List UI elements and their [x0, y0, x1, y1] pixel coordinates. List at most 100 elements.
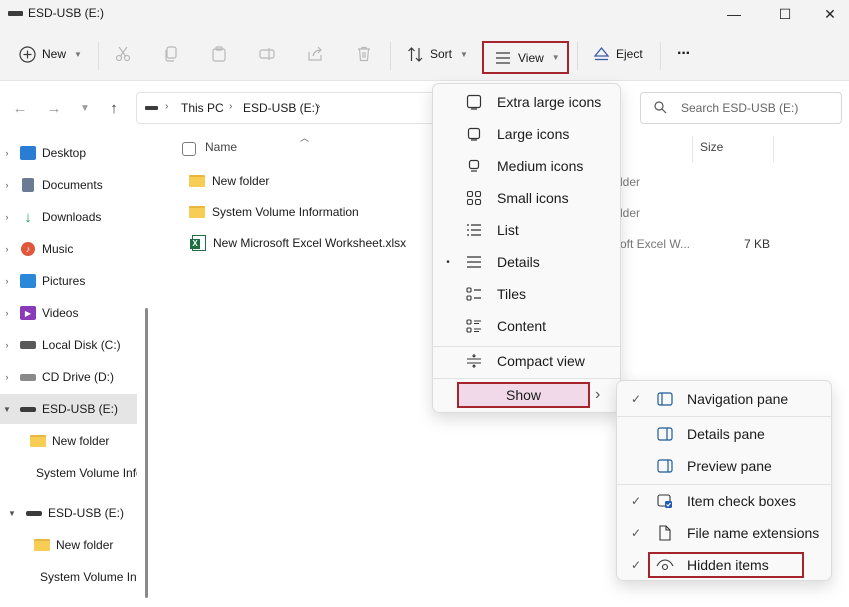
eject-label: Eject: [616, 47, 643, 61]
videos-icon: ▶: [20, 306, 36, 320]
show-item-navigation-pane[interactable]: ✓ Navigation pane: [617, 383, 831, 415]
sidebar-item-label: Desktop: [42, 146, 87, 160]
submenu-arrow-icon: ›: [595, 386, 601, 403]
search-box[interactable]: Search ESD-USB (E:): [640, 92, 842, 124]
sidebar-item-label: New folder: [52, 434, 110, 448]
menu-item-label: File name extensions: [687, 525, 820, 541]
sidebar-item-videos[interactable]: › ▶ Videos: [0, 298, 137, 328]
forward-arrow-icon[interactable]: →: [42, 96, 66, 120]
sidebar-item-label: Documents: [42, 178, 103, 192]
sidebar-item-esd-usb-root[interactable]: ▼ ESD-USB (E:): [0, 498, 137, 528]
extra-large-icons-icon: [463, 93, 485, 111]
show-item-hidden-items[interactable]: ✓ Hidden items: [617, 549, 831, 581]
toolbar-divider: [577, 42, 578, 70]
sidebar-item-pictures[interactable]: › Pictures: [0, 266, 137, 296]
toolbar-divider: [660, 42, 661, 70]
rename-icon[interactable]: [258, 45, 276, 63]
sidebar-item-desktop[interactable]: › Desktop: [0, 138, 137, 168]
sidebar-item-label: New folder: [56, 538, 114, 552]
sidebar-item-local-disk[interactable]: › Local Disk (C:): [0, 330, 137, 360]
sidebar-item-label: CD Drive (D:): [42, 370, 114, 384]
view-menu-item-compact-view[interactable]: Compact view: [433, 345, 620, 377]
select-all-checkbox[interactable]: [182, 142, 196, 156]
column-divider: [692, 136, 693, 162]
music-icon: ♪: [21, 242, 35, 256]
chevron-right-icon: ›: [5, 148, 9, 158]
file-name: System Volume Information: [212, 205, 359, 219]
eject-button[interactable]: Eject: [592, 38, 643, 70]
copy-icon[interactable]: [162, 45, 180, 63]
up-arrow-icon[interactable]: ↑: [102, 96, 126, 120]
share-icon[interactable]: [306, 45, 324, 63]
view-menu-item-tiles[interactable]: Tiles: [433, 278, 620, 310]
file-row[interactable]: New Microsoft Excel Worksheet.xlsx: [189, 232, 406, 254]
small-icons-icon: [463, 189, 485, 207]
view-menu-item-extra-large-icons[interactable]: Extra large icons: [433, 86, 620, 118]
menu-divider: [433, 378, 620, 379]
sort-button[interactable]: Sort ▼: [406, 38, 468, 70]
sidebar-item-label: Pictures: [42, 274, 86, 288]
close-button[interactable]: ✕: [807, 0, 849, 28]
menu-item-label: List: [497, 222, 519, 238]
checkmark-icon: ✓: [630, 526, 642, 540]
show-item-details-pane[interactable]: Details pane: [617, 418, 831, 450]
column-header-name[interactable]: Name: [205, 140, 237, 154]
usb-drive-icon: [26, 510, 42, 516]
maximize-button[interactable]: ☐: [762, 0, 808, 28]
menu-item-label: Extra large icons: [497, 94, 602, 110]
checkmark-icon: ✓: [630, 494, 642, 508]
menu-item-label: Preview pane: [687, 458, 772, 474]
medium-icons-icon: [463, 157, 485, 175]
search-placeholder: Search ESD-USB (E:): [681, 101, 799, 115]
checkmark-icon: ✓: [630, 558, 642, 572]
show-item-item-check-boxes[interactable]: ✓ Item check boxes: [617, 485, 831, 517]
more-options-button[interactable]: ···: [677, 38, 691, 70]
sidebar-item-downloads[interactable]: › ↓ Downloads: [0, 202, 137, 232]
sidebar-item-music[interactable]: › ♪ Music: [0, 234, 137, 264]
show-item-preview-pane[interactable]: Preview pane: [617, 450, 831, 482]
new-button[interactable]: New ▼: [18, 38, 82, 70]
sidebar-scrollbar[interactable]: [145, 308, 148, 598]
drive-icon: [8, 11, 23, 16]
menu-item-label: Show: [505, 387, 542, 403]
view-menu-item-details[interactable]: • Details: [433, 246, 620, 278]
show-item-file-name-extensions[interactable]: ✓ File name extensions: [617, 517, 831, 549]
view-menu-item-list[interactable]: List: [433, 214, 620, 246]
menu-divider: [617, 416, 831, 417]
paste-icon[interactable]: [210, 45, 228, 63]
cut-icon[interactable]: [114, 45, 132, 63]
sidebar-item-new-folder[interactable]: New folder: [0, 426, 137, 456]
cd-drive-icon: [20, 373, 36, 381]
file-type: oft Excel W...: [620, 237, 691, 251]
file-row[interactable]: System Volume Information: [189, 201, 359, 223]
delete-icon[interactable]: [355, 45, 373, 63]
view-menu-item-small-icons[interactable]: Small icons: [433, 182, 620, 214]
minimize-button[interactable]: —: [711, 0, 757, 28]
preview-pane-icon: [655, 458, 675, 474]
chevron-down-icon: ▼: [460, 49, 468, 59]
sidebar-item-new-folder[interactable]: New folder: [0, 530, 137, 560]
drive-icon: [145, 106, 158, 110]
chevron-right-icon: ›: [5, 340, 9, 350]
sidebar-item-documents[interactable]: › Documents: [0, 170, 137, 200]
view-menu-item-show[interactable]: Show: [457, 382, 590, 408]
view-button[interactable]: View ▼: [482, 41, 569, 74]
view-menu-item-medium-icons[interactable]: Medium icons: [433, 150, 620, 182]
documents-icon: [22, 178, 34, 192]
sidebar-item-system-volume[interactable]: System Volume Information: [0, 458, 137, 488]
command-bar: New ▼ Sort ▼ View ▼ Eject ···: [0, 28, 849, 81]
view-menu-item-large-icons[interactable]: Large icons: [433, 118, 620, 150]
sidebar-item-system-volume[interactable]: System Volume Information: [0, 562, 137, 592]
navigation-pane: › Desktop › Documents › ↓ Downloads › ♪ …: [0, 134, 152, 607]
address-bar[interactable]: › This PC › ESD-USB (E:) ›: [136, 92, 436, 124]
chevron-right-icon: ›: [5, 372, 9, 382]
breadcrumb-this-pc[interactable]: This PC: [181, 101, 224, 115]
file-row[interactable]: New folder: [189, 170, 269, 192]
recent-chevron-icon[interactable]: ▼: [73, 96, 97, 120]
back-arrow-icon[interactable]: ←: [8, 96, 32, 120]
sidebar-item-cd-drive[interactable]: › CD Drive (D:): [0, 362, 137, 392]
sidebar-item-esd-usb[interactable]: ▼ ESD-USB (E:): [0, 394, 137, 424]
breadcrumb-esd-usb[interactable]: ESD-USB (E:): [243, 101, 319, 115]
view-menu-item-content[interactable]: Content: [433, 310, 620, 342]
column-header-size[interactable]: Size: [700, 140, 723, 154]
